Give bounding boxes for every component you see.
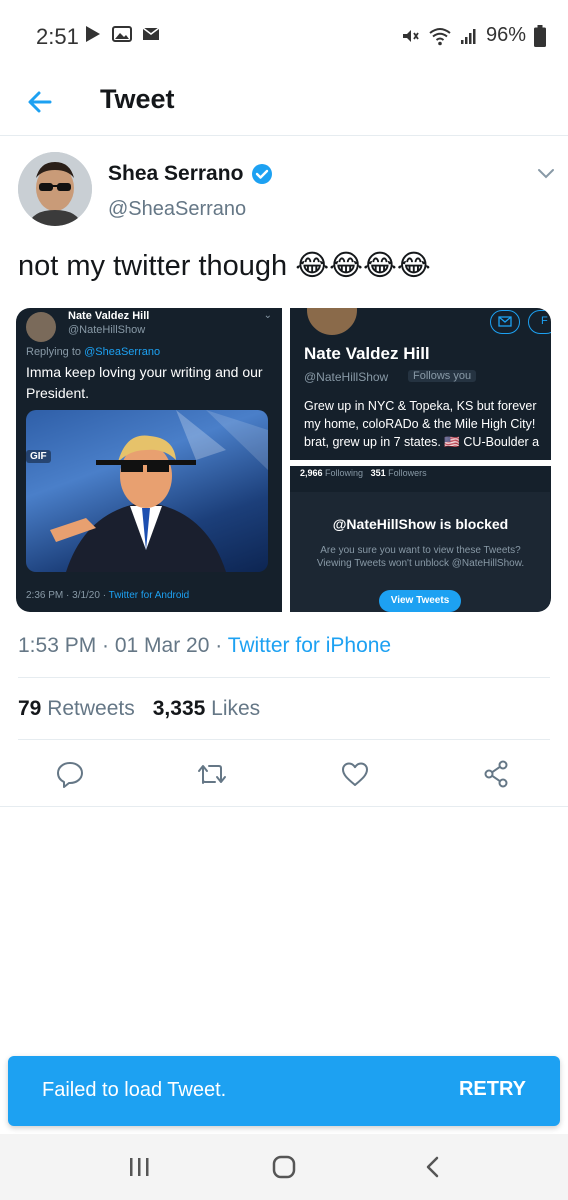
likes-stat[interactable]: 3,335 Likes (153, 697, 260, 721)
embedded-source: Twitter for Android (108, 590, 190, 601)
embedded-replying-to: Replying to @SheaSerrano (26, 346, 160, 358)
reply-icon (57, 762, 83, 788)
share-button[interactable] (478, 756, 514, 792)
media-image-2[interactable]: F Nate Valdez Hill @NateHillShow Follows… (290, 308, 551, 460)
profile-avatar (304, 308, 360, 338)
followers-count: 351 (370, 468, 386, 478)
retweets-label: Retweets (47, 697, 135, 720)
home-button[interactable] (269, 1152, 299, 1182)
chevron-down-icon[interactable] (534, 162, 558, 186)
like-button[interactable] (337, 756, 373, 792)
bio-line-2: my home, coloRADo & the Mile High City! (304, 417, 536, 431)
reply-button[interactable] (52, 756, 88, 792)
tweet-text: not my twitter though 😂😂😂😂 (18, 250, 431, 282)
likes-count: 3,335 (152, 697, 206, 720)
bio-line-3: brat, grew up in 7 states. 🇺🇸 CU-Boulder… (304, 435, 540, 449)
author-handle[interactable]: @SheaSerrano (108, 198, 246, 221)
divider (18, 739, 550, 740)
replying-mention: @SheaSerrano (84, 346, 161, 358)
image-icon (112, 26, 132, 42)
view-tweets-button: View Tweets (379, 590, 461, 612)
follows-you-badge: Follows you (408, 370, 477, 382)
nav-back-button[interactable] (418, 1152, 448, 1182)
tweet-author: Shea Serrano @SheaSerrano (18, 152, 558, 232)
followers-label: Followers (388, 468, 427, 478)
bio-line-1: Grew up in NYC & Topeka, KS but forever (304, 399, 537, 413)
status-bar: 2:51 96% (0, 0, 568, 66)
embedded-avatar (26, 312, 56, 342)
tweet-stats: 79 Retweets 3,335 Likes (18, 697, 260, 721)
recent-apps-button[interactable] (124, 1152, 154, 1182)
profile-stats: 2,966 Following 351 Followers (300, 468, 427, 478)
wifi-icon (429, 27, 451, 45)
tweet-actions (0, 746, 568, 802)
battery-percentage: 96% (485, 24, 526, 46)
media-image-3[interactable]: 2,966 Following 351 Followers @NateHillS… (290, 466, 551, 612)
divider (18, 677, 550, 678)
avatar-image (18, 152, 92, 226)
retweet-button[interactable] (194, 756, 230, 792)
profile-handle: @NateHillShow (304, 370, 389, 384)
mail-icon (142, 27, 160, 40)
timestamp-text: 1:53 PM · 01 Mar 20 · (18, 634, 228, 657)
back-button[interactable] (22, 84, 58, 120)
tweet-source[interactable]: Twitter for iPhone (228, 634, 391, 657)
mute-icon (402, 29, 419, 42)
author-name-text: Shea Serrano (108, 162, 244, 185)
toast-message: Failed to load Tweet. (42, 1079, 227, 1101)
mail-icon (498, 316, 512, 327)
battery-icon (534, 24, 546, 47)
back-icon (426, 1156, 439, 1178)
retweets-count: 79 (18, 697, 42, 720)
embedded-gif (26, 410, 268, 572)
back-arrow-icon (28, 91, 52, 113)
gif-image (50, 410, 268, 572)
profile-name: Nate Valdez Hill (304, 344, 430, 363)
blocked-title: @NateHillShow is blocked (332, 516, 509, 532)
recent-apps-icon (130, 1158, 149, 1176)
author-name[interactable]: Shea Serrano (108, 162, 273, 186)
signal-icon (460, 28, 476, 44)
message-button (490, 310, 520, 334)
retweets-stat[interactable]: 79 Retweets (18, 697, 135, 721)
likes-label: Likes (211, 697, 261, 720)
profile-bio: Grew up in NYC & Topeka, KS but forever … (304, 397, 551, 451)
notification-icons (84, 24, 160, 44)
like-icon (342, 762, 368, 786)
tweet-media[interactable]: Nate Valdez Hill @NateHillShow ⌄ Replyin… (16, 308, 551, 612)
error-toast: Failed to load Tweet. RETRY (8, 1056, 560, 1126)
embedded-text: Imma keep loving your writing and our Pr… (26, 364, 263, 401)
share-icon (484, 760, 508, 788)
status-time: 2:51 (36, 24, 79, 49)
embedded-chevron-icon: ⌄ (263, 310, 272, 321)
retweet-icon (198, 765, 226, 784)
play-icon (86, 26, 100, 42)
following-count: 2,966 (300, 468, 323, 478)
following-label: Following (325, 468, 364, 478)
divider (0, 806, 568, 807)
embedded-time: 2:36 PM · 3/1/20 · (26, 590, 109, 601)
page-title: Tweet (100, 84, 175, 114)
replying-prefix: Replying to (26, 346, 85, 358)
retry-button[interactable]: RETRY (459, 1078, 526, 1101)
media-image-1[interactable]: Nate Valdez Hill @NateHillShow ⌄ Replyin… (16, 308, 282, 612)
system-navbar (0, 1134, 568, 1200)
header: Tweet (0, 66, 568, 136)
embedded-meta: 2:36 PM · 3/1/20 · Twitter for Android (26, 590, 189, 601)
system-status: 96% (400, 24, 546, 47)
embedded-name: Nate Valdez Hill (68, 310, 150, 322)
gif-badge: GIF (26, 450, 51, 463)
follow-button-partial: F (528, 310, 551, 334)
embedded-handle: @NateHillShow (68, 324, 146, 336)
home-icon (272, 1155, 296, 1179)
verified-badge-icon (252, 164, 273, 184)
avatar[interactable] (18, 152, 92, 226)
tweet-timestamp: 1:53 PM · 01 Mar 20 · Twitter for iPhone (18, 634, 391, 658)
blocked-description: Are you sure you want to view these Twee… (316, 545, 525, 569)
